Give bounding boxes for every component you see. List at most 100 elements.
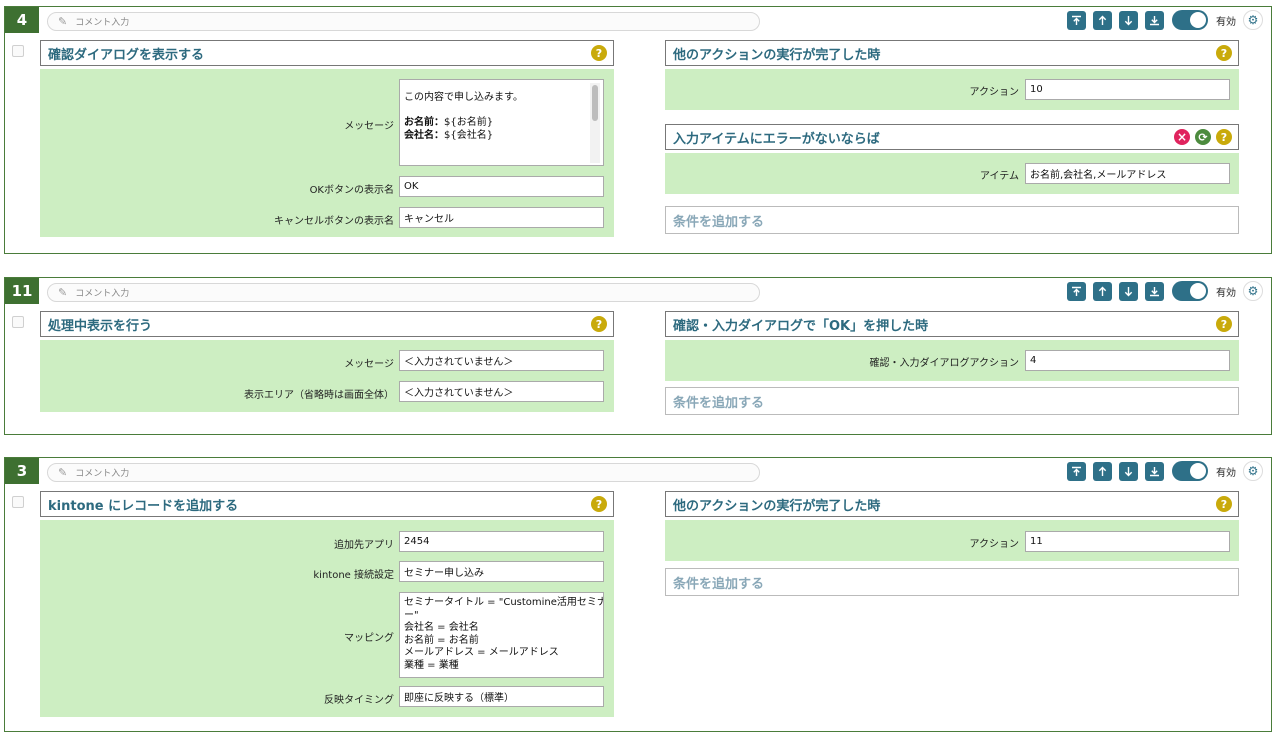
- block-number: 3: [5, 458, 39, 484]
- action-card-body: 追加先アプリ 2454 kintone 接続設定 セミナー申し込み マッピング …: [40, 520, 614, 717]
- move-down-button[interactable]: [1119, 281, 1138, 301]
- action-card-header: kintone にレコードを追加する ?: [40, 491, 614, 517]
- block-number: 11: [5, 278, 39, 304]
- move-bottom-icon: [1150, 466, 1159, 476]
- ok-input[interactable]: OK: [399, 176, 604, 197]
- timing-input[interactable]: 即座に反映する（標準）: [399, 686, 604, 707]
- move-down-icon: [1124, 466, 1133, 476]
- block-checkbox[interactable]: [12, 45, 24, 57]
- comment-input[interactable]: ✎ コメント入力: [47, 12, 760, 31]
- condition-card-body: アクション 10: [665, 69, 1239, 110]
- message-input[interactable]: ＜入力されていません＞: [399, 350, 604, 371]
- message-line: お名前：${お名前}: [404, 117, 494, 128]
- gear-icon: ⚙: [1247, 464, 1259, 478]
- condition-title: 確認・入力ダイアログで「OK」を押した時: [673, 318, 929, 334]
- condition-field-input[interactable]: 11: [1025, 531, 1230, 552]
- move-top-icon: [1072, 466, 1081, 476]
- display-area-label: 表示エリア（省略時は画面全体）: [244, 390, 394, 401]
- action-card-body: メッセージ この内容で申し込みます。 お名前：${お名前} 会社名：${会社名}…: [40, 69, 614, 237]
- action-block-3: 3 ✎ コメント入力 有効 ⚙ kintone にレコードを追加する ? 追加先…: [4, 457, 1272, 732]
- condition-field-label: アクション: [969, 539, 1020, 550]
- move-top-button[interactable]: [1067, 281, 1086, 301]
- help-icon[interactable]: ?: [1216, 45, 1232, 61]
- mapping-line: 業種 = 業種: [404, 659, 459, 671]
- action-title: kintone にレコードを追加する: [48, 498, 239, 514]
- app-input[interactable]: 2454: [399, 531, 604, 552]
- move-bottom-button[interactable]: [1145, 10, 1164, 30]
- mapping-label: マッピング: [344, 633, 394, 644]
- condition-card-header: 他のアクションの実行が完了した時 ?: [665, 491, 1239, 517]
- toggle-label: 有効: [1216, 287, 1236, 299]
- message-line: [404, 105, 599, 118]
- pencil-icon: ✎: [58, 466, 68, 479]
- action-card-header: 処理中表示を行う ?: [40, 311, 614, 337]
- comment-placeholder: コメント入力: [75, 18, 130, 28]
- toggle-label: 有効: [1216, 16, 1236, 28]
- enable-toggle[interactable]: [1172, 10, 1208, 30]
- connection-input[interactable]: セミナー申し込み: [399, 561, 604, 582]
- gear-icon: ⚙: [1247, 284, 1259, 298]
- refresh-icon[interactable]: ⟳: [1195, 129, 1211, 145]
- settings-button[interactable]: ⚙: [1243, 281, 1263, 301]
- action-card-header: 確認ダイアログを表示する ?: [40, 40, 614, 66]
- condition-card-header: 確認・入力ダイアログで「OK」を押した時 ?: [665, 311, 1239, 337]
- move-down-button[interactable]: [1119, 10, 1138, 30]
- cancel-label: キャンセルボタンの表示名: [274, 216, 394, 227]
- help-icon[interactable]: ?: [591, 316, 607, 332]
- help-icon[interactable]: ?: [1216, 129, 1232, 145]
- condition-card-header: 他のアクションの実行が完了した時 ?: [665, 40, 1239, 66]
- condition-title: 他のアクションの実行が完了した時: [673, 47, 881, 63]
- condition-field-input[interactable]: 10: [1025, 79, 1230, 100]
- enable-toggle[interactable]: [1172, 281, 1208, 301]
- help-icon[interactable]: ?: [591, 45, 607, 61]
- move-up-button[interactable]: [1093, 281, 1112, 301]
- pencil-icon: ✎: [58, 286, 68, 299]
- scrollbar-thumb[interactable]: [592, 85, 598, 121]
- settings-button[interactable]: ⚙: [1243, 461, 1263, 481]
- display-area-input[interactable]: ＜入力されていません＞: [399, 381, 604, 402]
- condition-card-body: アクション 11: [665, 520, 1239, 561]
- settings-button[interactable]: ⚙: [1243, 10, 1263, 30]
- mapping-line: セミナータイトル = "Customine活用セミナ: [404, 597, 604, 608]
- mapping-textarea[interactable]: セミナータイトル = "Customine活用セミナ ー" 会社名 = 会社名 …: [399, 592, 604, 678]
- timing-label: 反映タイミング: [324, 695, 394, 706]
- move-down-button[interactable]: [1119, 461, 1138, 481]
- add-condition-button[interactable]: 条件を追加する: [665, 387, 1239, 415]
- delete-icon[interactable]: ×: [1174, 129, 1190, 145]
- block-checkbox[interactable]: [12, 316, 24, 328]
- condition-card-body: アイテム お名前,会社名,メールアドレス: [665, 153, 1239, 194]
- block-checkbox[interactable]: [12, 496, 24, 508]
- move-bottom-button[interactable]: [1145, 281, 1164, 301]
- enable-toggle[interactable]: [1172, 461, 1208, 481]
- block-toolbar: 有効 ⚙: [1067, 281, 1263, 301]
- move-top-button[interactable]: [1067, 10, 1086, 30]
- connection-label: kintone 接続設定: [313, 570, 394, 581]
- condition-field-input[interactable]: 4: [1025, 350, 1230, 371]
- comment-input[interactable]: ✎ コメント入力: [47, 283, 760, 302]
- move-up-button[interactable]: [1093, 461, 1112, 481]
- block-toolbar: 有効 ⚙: [1067, 10, 1263, 30]
- move-top-button[interactable]: [1067, 461, 1086, 481]
- move-up-button[interactable]: [1093, 10, 1112, 30]
- condition-field-label: 確認・入力ダイアログアクション: [869, 358, 1020, 369]
- move-down-icon: [1124, 15, 1133, 25]
- condition-field-input[interactable]: お名前,会社名,メールアドレス: [1025, 163, 1230, 184]
- mapping-line: お名前 = お名前: [404, 634, 479, 646]
- help-icon[interactable]: ?: [1216, 316, 1232, 332]
- help-icon[interactable]: ?: [591, 496, 607, 512]
- comment-placeholder: コメント入力: [75, 289, 130, 299]
- mapping-line: メールアドレス = メールアドレス: [404, 647, 559, 658]
- add-condition-button[interactable]: 条件を追加する: [665, 206, 1239, 234]
- move-bottom-button[interactable]: [1145, 461, 1164, 481]
- add-condition-button[interactable]: 条件を追加する: [665, 568, 1239, 596]
- block-toolbar: 有効 ⚙: [1067, 461, 1263, 481]
- mapping-line: ー": [404, 609, 419, 621]
- message-label: メッセージ: [344, 359, 394, 370]
- help-icon[interactable]: ?: [1216, 496, 1232, 512]
- comment-input[interactable]: ✎ コメント入力: [47, 463, 760, 482]
- action-title: 処理中表示を行う: [48, 318, 153, 334]
- cancel-input[interactable]: キャンセル: [399, 207, 604, 228]
- move-top-icon: [1072, 15, 1081, 25]
- message-textarea[interactable]: この内容で申し込みます。 お名前：${お名前} 会社名：${会社名}: [399, 79, 604, 166]
- action-block-11: 11 ✎ コメント入力 有効 ⚙ 処理中表示を行う ? メッセージ ＜入力されて…: [4, 277, 1272, 435]
